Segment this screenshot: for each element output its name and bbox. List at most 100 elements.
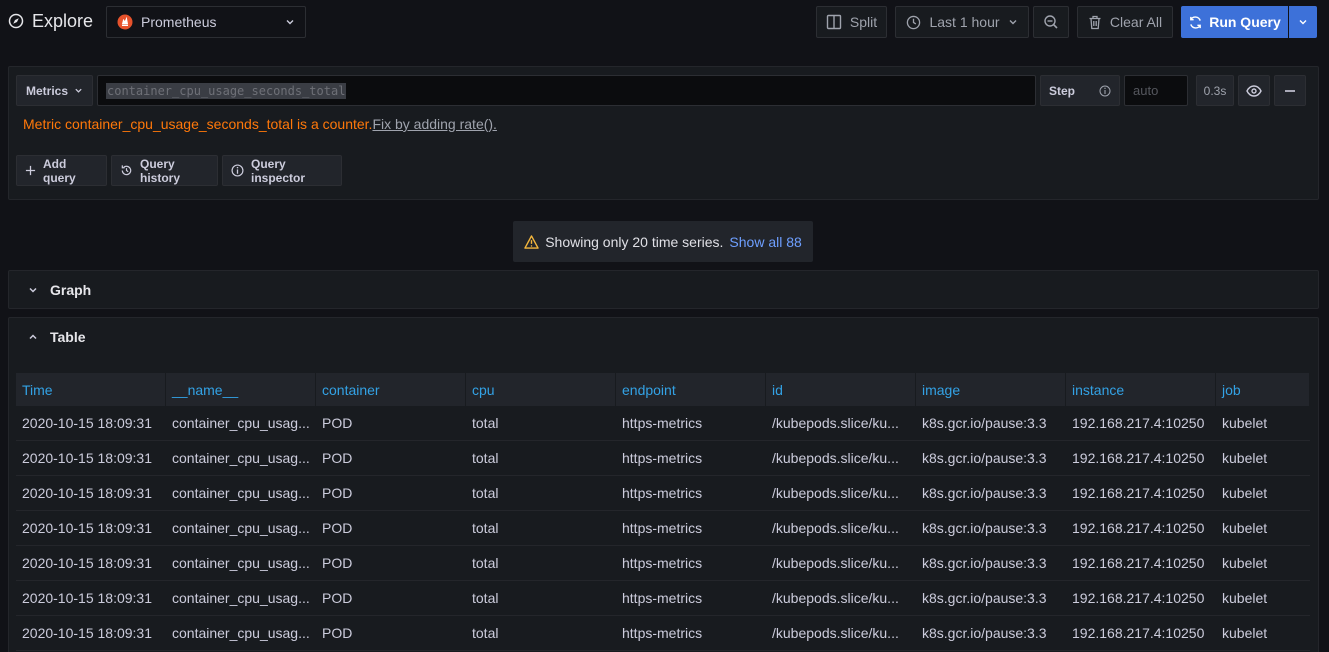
table-cell: total: [466, 476, 616, 510]
sync-icon: [1190, 15, 1202, 29]
metrics-label: Metrics: [25, 83, 69, 98]
table-cell: POD: [316, 406, 466, 440]
table-title: Table: [50, 329, 86, 345]
table-cell: POD: [316, 511, 466, 545]
table-cell: kubelet: [1216, 616, 1310, 650]
run-query-button[interactable]: Run Query: [1181, 6, 1288, 38]
query-time-badge: 0.3s: [1196, 75, 1234, 106]
table-cell: /kubepods.slice/ku...: [766, 406, 916, 440]
table-cell: POD: [316, 581, 466, 615]
table-cell: /kubepods.slice/ku...: [766, 511, 916, 545]
table-body: 2020-10-15 18:09:31 container_cpu_usag...…: [16, 406, 1310, 651]
table-cell: kubelet: [1216, 406, 1310, 440]
table-cell: https-metrics: [616, 441, 766, 475]
table-cell: container_cpu_usag...: [166, 546, 316, 580]
column-header[interactable]: id: [766, 373, 916, 406]
table-cell: /kubepods.slice/ku...: [766, 616, 916, 650]
table-cell: POD: [316, 476, 466, 510]
remove-query-button[interactable]: [1274, 75, 1306, 106]
chevron-down-icon: [29, 287, 37, 293]
show-all-link[interactable]: Show all 88: [729, 234, 801, 250]
table-cell: container_cpu_usag...: [166, 476, 316, 510]
table-row: 2020-10-15 18:09:31 container_cpu_usag...…: [16, 546, 1310, 581]
column-header[interactable]: job: [1216, 373, 1310, 406]
datasource-picker[interactable]: Prometheus: [106, 6, 306, 38]
prometheus-icon: [117, 14, 133, 30]
table-row: 2020-10-15 18:09:31 container_cpu_usag...…: [16, 476, 1310, 511]
table-cell: 192.168.217.4:10250: [1066, 441, 1216, 475]
zoom-out-button[interactable]: [1033, 6, 1069, 38]
table-cell: https-metrics: [616, 511, 766, 545]
chevron-down-icon: [75, 88, 82, 93]
column-header[interactable]: container: [316, 373, 466, 406]
minus-icon: [1285, 89, 1295, 92]
column-header[interactable]: instance: [1066, 373, 1216, 406]
table-cell: 2020-10-15 18:09:31: [16, 511, 166, 545]
table-cell: k8s.gcr.io/pause:3.3: [916, 546, 1066, 580]
table-section-header[interactable]: Table: [28, 329, 86, 345]
time-range-label: Last 1 hour: [929, 14, 1000, 30]
graph-section[interactable]: Graph: [8, 270, 1319, 309]
step-placeholder: auto: [1133, 83, 1159, 98]
graph-section-header[interactable]: Graph: [28, 282, 91, 298]
table-row: 2020-10-15 18:09:31 container_cpu_usag...…: [16, 616, 1310, 651]
table-cell: total: [466, 581, 616, 615]
table-cell: k8s.gcr.io/pause:3.3: [916, 616, 1066, 650]
run-query-dropdown[interactable]: [1289, 6, 1317, 38]
add-query-button[interactable]: Add query: [16, 155, 107, 186]
table-cell: 192.168.217.4:10250: [1066, 406, 1216, 440]
toggle-visibility-button[interactable]: [1238, 75, 1270, 106]
clear-all-button[interactable]: Clear All: [1077, 6, 1173, 38]
table-cell: /kubepods.slice/ku...: [766, 546, 916, 580]
table-cell: 2020-10-15 18:09:31: [16, 616, 166, 650]
table-cell: 2020-10-15 18:09:31: [16, 406, 166, 440]
table-cell: /kubepods.slice/ku...: [766, 476, 916, 510]
table-cell: 192.168.217.4:10250: [1066, 511, 1216, 545]
table-row: 2020-10-15 18:09:31 container_cpu_usag...…: [16, 581, 1310, 616]
table-cell: total: [466, 441, 616, 475]
time-range-picker[interactable]: Last 1 hour: [895, 6, 1029, 38]
series-limit-notice: Showing only 20 time series. Show all 88: [513, 221, 813, 262]
chevron-down-icon: [1299, 20, 1307, 25]
warning-icon: [524, 234, 539, 249]
table-cell: 192.168.217.4:10250: [1066, 476, 1216, 510]
table-cell: /kubepods.slice/ku...: [766, 441, 916, 475]
table-cell: total: [466, 511, 616, 545]
column-header[interactable]: __name__: [166, 373, 316, 406]
warning-text: Metric container_cpu_usage_seconds_total…: [23, 116, 373, 132]
column-header[interactable]: endpoint: [616, 373, 766, 406]
table-cell: https-metrics: [616, 476, 766, 510]
table-row: 2020-10-15 18:09:31 container_cpu_usag...…: [16, 511, 1310, 546]
column-header[interactable]: image: [916, 373, 1066, 406]
query-inspector-button[interactable]: Query inspector: [222, 155, 342, 186]
step-input[interactable]: auto: [1124, 75, 1188, 106]
run-query-label: Run Query: [1209, 14, 1281, 30]
info-icon[interactable]: [1099, 85, 1111, 97]
plus-icon: [25, 165, 36, 176]
step-text: Step: [1049, 83, 1076, 98]
table-cell: kubelet: [1216, 581, 1310, 615]
chevron-up-icon: [29, 334, 37, 340]
column-header[interactable]: cpu: [466, 373, 616, 406]
chevron-down-icon: [1009, 20, 1017, 25]
fix-rate-link[interactable]: Fix by adding rate().: [372, 116, 497, 132]
metrics-button[interactable]: Metrics: [16, 75, 93, 106]
split-button[interactable]: Split: [816, 6, 887, 38]
query-input[interactable]: container_cpu_usage_seconds_total: [97, 75, 1036, 106]
history-icon: [121, 165, 132, 176]
chevron-down-icon: [286, 20, 294, 25]
column-header[interactable]: Time: [16, 373, 166, 406]
results-table: Time __name__ container cpu endpoint id …: [16, 373, 1310, 651]
table-cell: container_cpu_usag...: [166, 511, 316, 545]
step-label: Step: [1040, 75, 1120, 106]
query-expression: container_cpu_usage_seconds_total: [106, 82, 347, 99]
zoom-out-icon: [1044, 15, 1058, 29]
query-history-button[interactable]: Query history: [111, 155, 218, 186]
compass-icon: [8, 13, 24, 29]
table-cell: container_cpu_usag...: [166, 581, 316, 615]
table-cell: 192.168.217.4:10250: [1066, 581, 1216, 615]
table-cell: total: [466, 406, 616, 440]
table-cell: https-metrics: [616, 616, 766, 650]
query-time: 0.3s: [1203, 83, 1227, 98]
table-cell: 192.168.217.4:10250: [1066, 546, 1216, 580]
